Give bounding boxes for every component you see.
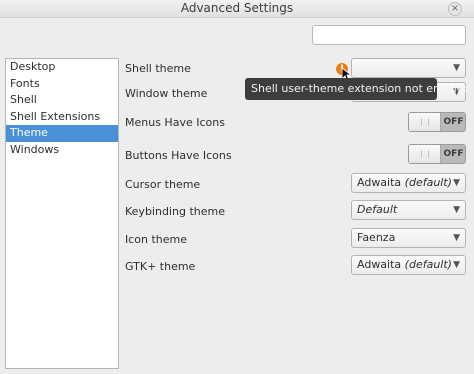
gtk-theme-dropdown[interactable]: Adwaita (default) ▼ bbox=[351, 255, 466, 275]
switch-knob bbox=[409, 113, 441, 131]
sidebar-item-windows[interactable]: Windows bbox=[6, 142, 118, 159]
switch-state: OFF bbox=[441, 113, 465, 131]
icon-theme-label: Icon theme bbox=[125, 233, 188, 246]
grip-icon bbox=[421, 150, 429, 158]
sidebar-item-theme[interactable]: Theme bbox=[6, 125, 118, 142]
grip-icon bbox=[421, 118, 429, 126]
menus-have-icons-label: Menus Have Icons bbox=[125, 116, 225, 129]
chevron-down-icon: ▼ bbox=[453, 233, 460, 243]
sidebar-item-shell[interactable]: Shell bbox=[6, 92, 118, 109]
icon-theme-value: Faenza bbox=[357, 231, 396, 244]
close-icon: × bbox=[450, 3, 460, 14]
gtk-theme-label: GTK+ theme bbox=[125, 260, 196, 273]
shell-theme-label: Shell theme bbox=[125, 62, 191, 75]
buttons-have-icons-switch[interactable]: OFF bbox=[408, 144, 466, 164]
switch-state: OFF bbox=[441, 145, 465, 163]
keybinding-theme-value: Default bbox=[357, 203, 398, 216]
cursor-theme-label: Cursor theme bbox=[125, 178, 201, 191]
window-theme-label: Window theme bbox=[125, 87, 208, 100]
window-title: Advanced Settings bbox=[180, 1, 294, 15]
sidebar-item-desktop[interactable]: Desktop bbox=[6, 59, 118, 76]
search-input[interactable] bbox=[312, 25, 466, 45]
close-button[interactable]: × bbox=[448, 2, 462, 16]
settings-panel: Shell theme ▼ Window theme ▼ Menus Have … bbox=[121, 58, 471, 369]
sidebar-item-fonts[interactable]: Fonts bbox=[6, 76, 118, 93]
title-bar: Advanced Settings × bbox=[0, 0, 474, 18]
menus-have-icons-switch[interactable]: OFF bbox=[408, 112, 466, 132]
cursor-theme-dropdown[interactable]: Adwaita (default) ▼ bbox=[351, 173, 466, 193]
sidebar: Desktop Fonts Shell Shell Extensions The… bbox=[5, 58, 119, 369]
cursor-theme-default: (default) bbox=[404, 176, 452, 189]
shell-theme-dropdown[interactable]: ▼ bbox=[351, 58, 466, 78]
toolbar bbox=[0, 18, 474, 52]
chevron-down-icon: ▼ bbox=[453, 260, 460, 270]
buttons-have-icons-label: Buttons Have Icons bbox=[125, 149, 232, 162]
keybinding-theme-label: Keybinding theme bbox=[125, 205, 225, 218]
chevron-down-icon: ▼ bbox=[453, 205, 460, 215]
switch-knob bbox=[409, 145, 441, 163]
icon-theme-dropdown[interactable]: Faenza ▼ bbox=[351, 228, 466, 248]
gtk-theme-value: Adwaita bbox=[357, 258, 402, 271]
chevron-down-icon: ▼ bbox=[453, 63, 460, 73]
gtk-theme-default: (default) bbox=[404, 258, 452, 271]
cursor-theme-value: Adwaita bbox=[357, 176, 402, 189]
tooltip: Shell user-theme extension not enabled bbox=[245, 78, 471, 100]
sidebar-item-shell-extensions[interactable]: Shell Extensions bbox=[6, 109, 118, 126]
keybinding-theme-dropdown[interactable]: Default ▼ bbox=[351, 200, 466, 220]
chevron-down-icon: ▼ bbox=[453, 178, 460, 188]
